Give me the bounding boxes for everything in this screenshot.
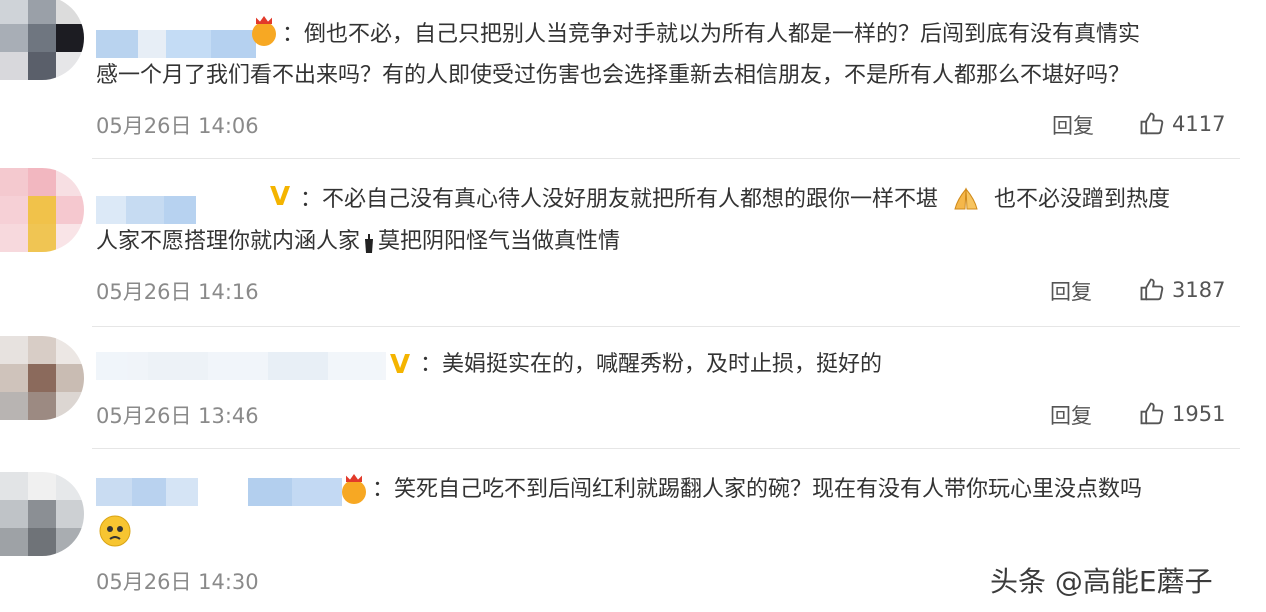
comment-time: 05月26日 14:30	[96, 570, 259, 594]
username[interactable]	[96, 196, 196, 224]
comment-text-part3: 人家不愿搭理你就内涵人家	[96, 229, 361, 254]
username[interactable]	[96, 30, 256, 58]
divider	[92, 326, 1240, 327]
verified-v-icon: V	[270, 182, 291, 212]
comment-3: V ：美娟挺实在的，喊醒秀粉，及时止损，挺好的 05月26日 13:46 回复 …	[0, 330, 1266, 450]
divider	[92, 448, 1240, 449]
reply-button[interactable]: 回复	[1050, 276, 1092, 306]
like-button[interactable]: 4117	[1138, 112, 1228, 138]
comment-text: ：倒也不必，自己只把别人当竞争对手就以为所有人都是一样的？后闯到底有没有真情实	[282, 22, 1141, 47]
verified-v-icon: V	[390, 350, 411, 380]
comment-text: ：美娟挺实在的，喊醒秀粉，及时止损，挺好的	[420, 352, 883, 377]
like-count: 1951	[1172, 402, 1226, 426]
like-button[interactable]: 1951	[1138, 402, 1228, 428]
comment-time: 05月26日 13:46	[96, 404, 259, 428]
comment-text-line2: 感一个月了我们看不出来吗？有的人即使受过伤害也会选择重新去相信朋友，不是所有人都…	[96, 63, 1131, 88]
watermark: 头条 @高能E蘑子	[990, 565, 1213, 598]
comment-text-line2: 人家不愿搭理你就内涵人家 莫把阴阳怪气当做真性情	[96, 224, 1240, 259]
username[interactable]	[96, 478, 342, 506]
divider	[92, 158, 1240, 159]
like-button[interactable]: 3187	[1138, 278, 1228, 304]
comment-2: V ：不必自己没有真心待人没好朋友就把所有人都想的跟你一样不堪 也不必没蹭到热度…	[0, 162, 1266, 332]
like-count: 4117	[1172, 112, 1226, 136]
pray-hands-emoji-icon	[951, 187, 981, 213]
crying-face-emoji-icon	[98, 514, 132, 548]
avatar[interactable]	[0, 168, 84, 252]
comment-text-part4: 莫把阴阳怪气当做真性情	[378, 229, 621, 254]
comment-time: 05月26日 14:16	[96, 280, 259, 304]
thumbs-up-icon	[1140, 278, 1164, 301]
thumbs-up-icon	[1140, 112, 1164, 135]
comment-1: ：倒也不必，自己只把别人当竞争对手就以为所有人都是一样的？后闯到底有没有真情实 …	[0, 0, 1266, 150]
avatar[interactable]	[0, 336, 84, 420]
username[interactable]	[96, 352, 386, 380]
comment-text-part2: 也不必没蹭到热度	[994, 187, 1171, 212]
avatar[interactable]	[0, 472, 84, 556]
comment-time: 05月26日 14:06	[96, 114, 259, 138]
comment-text: ：不必自己没有真心待人没好朋友就把所有人都想的跟你一样不堪 也不必没蹭到热度	[300, 182, 1240, 217]
avatar[interactable]	[0, 0, 84, 80]
reply-button[interactable]: 回复	[1050, 400, 1092, 430]
comment-text: ：笑死自己吃不到后闯红利就踢翻人家的碗？现在有没有人带你玩心里没点数吗	[372, 477, 1143, 502]
thumbs-up-icon	[1140, 402, 1164, 425]
reply-button[interactable]: 回复	[1052, 110, 1094, 140]
comment-text-part1: ：不必自己没有真心待人没好朋友就把所有人都想的跟你一样不堪	[300, 187, 939, 212]
like-count: 3187	[1172, 278, 1226, 302]
cup-emoji-icon	[362, 231, 376, 253]
